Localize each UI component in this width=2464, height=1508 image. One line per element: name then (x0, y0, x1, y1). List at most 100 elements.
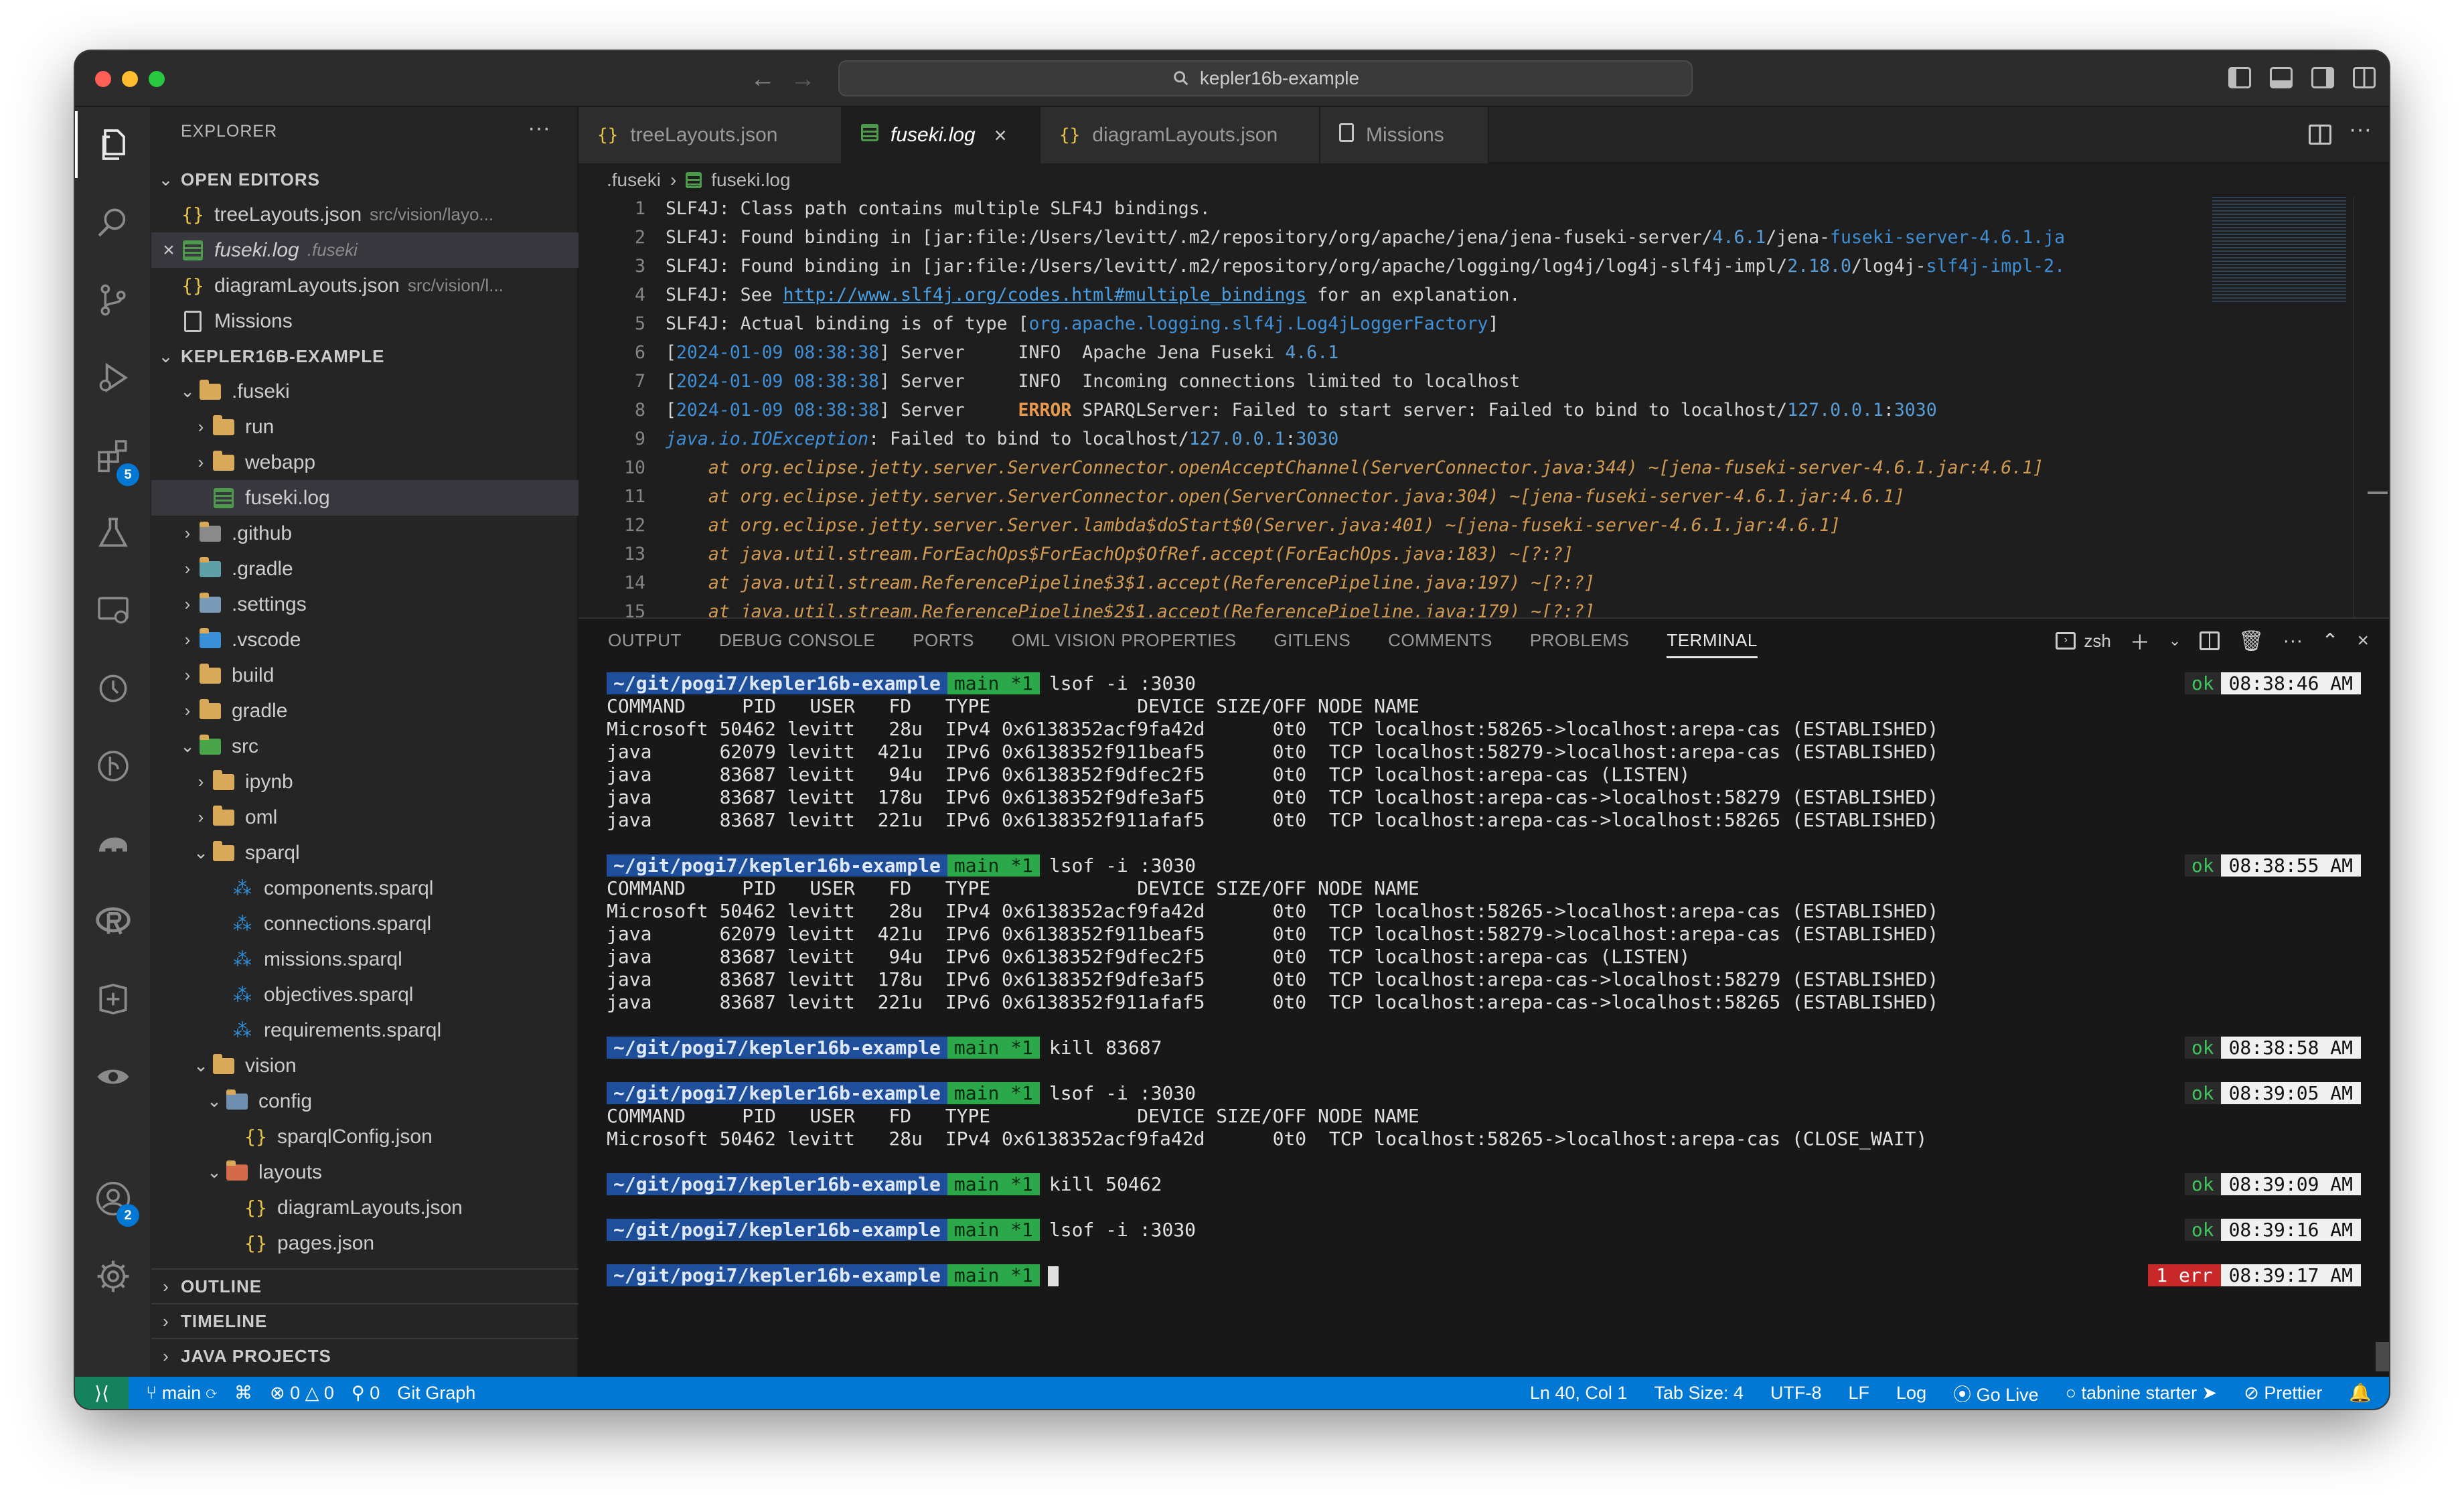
tree-folder[interactable]: › .vscode (151, 622, 579, 658)
close-panel-icon[interactable]: × (2357, 629, 2369, 652)
zoom-window-button[interactable] (149, 71, 165, 87)
source-control-icon[interactable] (75, 267, 151, 333)
testing-icon[interactable] (75, 500, 151, 567)
search-icon[interactable] (75, 189, 151, 256)
command-center-search[interactable]: kepler16b-example (838, 60, 1693, 96)
tree-file[interactable]: {} diagramLayouts.json (151, 1190, 579, 1225)
breadcrumb-folder[interactable]: .fuseki (607, 169, 661, 191)
toggle-primary-sidebar-icon[interactable] (2228, 67, 2251, 88)
breadcrumb-file[interactable]: fuseki.log (711, 169, 790, 191)
timeline-history-icon[interactable] (75, 655, 151, 722)
tab-treelayouts[interactable]: {} treeLayouts.json (579, 107, 842, 163)
close-window-button[interactable] (95, 71, 111, 87)
tree-folder[interactable]: › build (151, 658, 579, 693)
tree-file-selected[interactable]: fuseki.log (151, 480, 579, 516)
tab-problems[interactable]: PROBLEMS (1530, 630, 1630, 651)
tree-file[interactable]: {} pages.json (151, 1225, 579, 1261)
tab-fuseki-log[interactable]: fuseki.log × (842, 107, 1041, 163)
git-graph-button[interactable]: Git Graph (397, 1383, 475, 1404)
toggle-panel-icon[interactable] (2270, 67, 2293, 88)
trash-icon[interactable]: 🗑 (2238, 629, 2264, 653)
chevron-down-icon[interactable]: ⌄ (2169, 632, 2181, 650)
cursor-position[interactable]: Ln 40, Col 1 (1530, 1383, 1628, 1404)
run-debug-icon[interactable] (75, 344, 151, 411)
r-language-icon[interactable] (75, 888, 151, 955)
problems-count[interactable]: ⊗ 0 △ 0 (270, 1383, 334, 1404)
tree-folder[interactable]: ⌄ config (151, 1083, 579, 1119)
tab-comments[interactable]: COMMENTS (1388, 630, 1492, 651)
back-arrow-icon[interactable]: ← (750, 60, 775, 98)
eye-icon[interactable] (75, 1043, 151, 1110)
tab-ports[interactable]: PORTS (913, 630, 974, 651)
oml-icon[interactable] (75, 966, 151, 1033)
open-editor-item[interactable]: {} diagramLayouts.json src/vision/l... (151, 268, 579, 303)
customize-layout-icon[interactable] (2353, 67, 2376, 88)
tab-output[interactable]: OUTPUT (608, 630, 682, 651)
accounts-icon[interactable]: 2 (75, 1165, 151, 1232)
encoding[interactable]: UTF-8 (1770, 1383, 1822, 1404)
extensions-icon[interactable]: 5 (75, 422, 151, 489)
go-live-button[interactable]: ⦿ Go Live (1953, 1380, 2039, 1406)
more-actions-icon[interactable]: ··· (2349, 117, 2372, 143)
tree-folder[interactable]: ⌄ sparql (151, 835, 579, 871)
tab-debug-console[interactable]: DEBUG CONSOLE (719, 630, 875, 651)
toggle-secondary-sidebar-icon[interactable] (2311, 67, 2334, 88)
tab-terminal[interactable]: TERMINAL (1667, 630, 1758, 658)
tree-folder[interactable]: › gradle (151, 693, 579, 729)
timeline-section[interactable]: › TIMELINE (151, 1303, 579, 1338)
remote-explorer-icon[interactable] (75, 577, 151, 644)
more-actions-icon[interactable]: ··· (2283, 629, 2303, 652)
minimap[interactable] (2212, 197, 2346, 304)
tab-diagramlayouts[interactable]: {} diagramLayouts.json (1041, 107, 1320, 163)
tree-file[interactable]: ⁂ components.sparql (151, 871, 579, 906)
tabnine-status[interactable]: ○ tabnine starter ➤ (2066, 1383, 2218, 1404)
close-icon[interactable]: × (994, 123, 1007, 148)
notifications-bell-icon[interactable]: 🔔 (2349, 1382, 2372, 1404)
outline-section[interactable]: › OUTLINE (151, 1268, 579, 1303)
open-editor-item-active[interactable]: × fuseki.log .fuseki (151, 232, 579, 268)
terminal-scrollbar[interactable] (2376, 1342, 2389, 1371)
split-terminal-icon[interactable] (2200, 631, 2220, 650)
split-editor-icon[interactable] (2309, 125, 2331, 145)
close-icon[interactable]: × (158, 239, 179, 262)
gradle-elephant-icon[interactable] (75, 810, 151, 877)
tree-folder[interactable]: ⌄ vision (151, 1048, 579, 1083)
minimize-window-button[interactable] (122, 71, 138, 87)
tab-gitlens[interactable]: GITLENS (1274, 630, 1351, 651)
gear-icon[interactable] (75, 1243, 151, 1310)
tree-folder[interactable]: › .gradle (151, 551, 579, 587)
new-terminal-plus-icon[interactable]: ＋ (2130, 626, 2150, 656)
line-ending[interactable]: LF (1849, 1383, 1870, 1404)
gitlens-live-icon[interactable]: ⌘ (234, 1383, 252, 1404)
explorer-icon[interactable] (75, 111, 151, 178)
tree-folder[interactable]: ⌄ .fuseki (151, 374, 579, 409)
tree-folder[interactable]: › oml (151, 800, 579, 835)
git-branch[interactable]: ⑂ main ⟳ (146, 1383, 217, 1404)
remote-icon[interactable]: ⟩⟨ (75, 1377, 129, 1409)
tree-folder[interactable]: › run (151, 409, 579, 445)
prettier-status[interactable]: ⊘ Prettier (2244, 1383, 2322, 1404)
editor-scrollbar[interactable] (2353, 197, 2389, 617)
tab-missions[interactable]: Missions (1320, 107, 1489, 163)
tree-folder[interactable]: › webapp (151, 445, 579, 480)
tree-folder[interactable]: ⌄ src (151, 729, 579, 764)
forward-arrow-icon[interactable]: → (790, 60, 816, 98)
code-editor[interactable]: 1 2 3 4 5 6 7 8 9 10 11 12 13 14 15 SLF4… (579, 197, 2389, 617)
terminal-shell-selector[interactable]: › zsh (2056, 631, 2111, 652)
tree-file[interactable]: {} sparqlConfig.json (151, 1119, 579, 1154)
maximize-panel-icon[interactable]: ⌃ (2321, 629, 2338, 653)
tree-file[interactable]: ⁂ requirements.sparql (151, 1012, 579, 1048)
tree-folder[interactable]: › .github (151, 516, 579, 551)
tree-file[interactable]: ⁂ objectives.sparql (151, 977, 579, 1012)
tab-oml-vision-properties[interactable]: OML VISION PROPERTIES (1012, 630, 1237, 651)
open-editors-section[interactable]: ⌄ OPEN EDITORS (151, 162, 579, 197)
tree-folder[interactable]: › ipynb (151, 764, 579, 800)
open-editor-item[interactable]: {} treeLayouts.json src/vision/layo... (151, 197, 579, 232)
tree-folder[interactable]: ⌄ layouts (151, 1154, 579, 1190)
tree-file[interactable]: ⁂ missions.sparql (151, 941, 579, 977)
tab-size[interactable]: Tab Size: 4 (1654, 1383, 1744, 1404)
ports-count[interactable]: ⚲ 0 (352, 1383, 380, 1404)
language-mode[interactable]: Log (1896, 1383, 1926, 1404)
java-projects-section[interactable]: › JAVA PROJECTS (151, 1338, 579, 1373)
open-editor-item[interactable]: Missions (151, 303, 579, 339)
